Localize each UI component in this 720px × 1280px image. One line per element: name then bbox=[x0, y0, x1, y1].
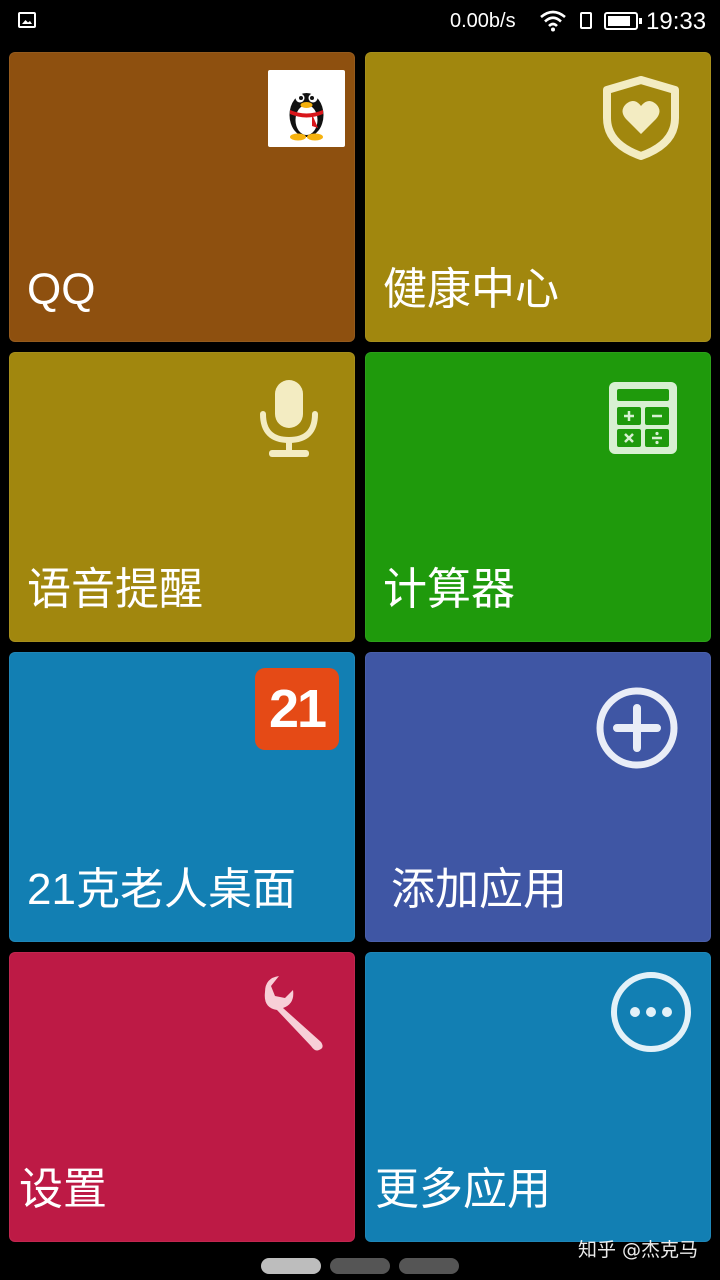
tile-21g-elder-launcher[interactable]: 21 21克老人桌面 bbox=[9, 652, 355, 942]
gallery-notification-icon bbox=[18, 12, 36, 28]
tile-more-apps[interactable]: 更多应用 bbox=[365, 952, 711, 1242]
page-indicator-1[interactable] bbox=[261, 1258, 321, 1274]
battery-icon bbox=[604, 12, 642, 30]
tile-label: QQ bbox=[27, 265, 96, 314]
status-bar: 0.00b/s 19:33 bbox=[0, 0, 720, 44]
tile-label: 设置 bbox=[19, 1165, 107, 1214]
badge-21-icon: 21 bbox=[255, 668, 339, 750]
tile-label: 健康中心 bbox=[383, 265, 559, 314]
network-speed: 0.00b/s bbox=[450, 10, 516, 32]
tile-add-app[interactable]: 添加应用 bbox=[365, 652, 711, 942]
tile-health-center[interactable]: 健康中心 bbox=[365, 52, 711, 342]
tile-label: 21克老人桌面 bbox=[27, 865, 296, 914]
wifi-icon bbox=[540, 10, 566, 32]
tile-label: 更多应用 bbox=[375, 1165, 551, 1214]
more-dots-icon bbox=[611, 972, 691, 1052]
tile-label: 计算器 bbox=[383, 565, 515, 614]
plus-circle-icon bbox=[596, 687, 678, 769]
tile-settings[interactable]: 设置 bbox=[9, 952, 355, 1242]
page-indicator-2[interactable] bbox=[330, 1258, 390, 1274]
watermark: 知乎 @杰克马 bbox=[577, 1239, 698, 1261]
wrench-icon bbox=[264, 976, 323, 1051]
tile-label: 语音提醒 bbox=[27, 565, 203, 614]
tile-label: 添加应用 bbox=[391, 865, 567, 914]
tile-voice-reminder[interactable]: 语音提醒 bbox=[9, 352, 355, 642]
battery-level-fill bbox=[608, 16, 631, 26]
microphone-icon bbox=[260, 380, 318, 457]
badge-21-text: 21 bbox=[268, 679, 327, 739]
calculator-icon bbox=[609, 382, 677, 454]
page-indicator-3[interactable] bbox=[399, 1258, 459, 1274]
tile-calculator[interactable]: 计算器 bbox=[365, 352, 711, 642]
heart-shield-icon bbox=[603, 76, 679, 160]
tile-qq[interactable]: QQ bbox=[9, 52, 355, 342]
clock: 19:33 bbox=[646, 8, 707, 35]
sim-icon bbox=[580, 12, 592, 29]
qq-penguin-icon bbox=[268, 70, 345, 147]
